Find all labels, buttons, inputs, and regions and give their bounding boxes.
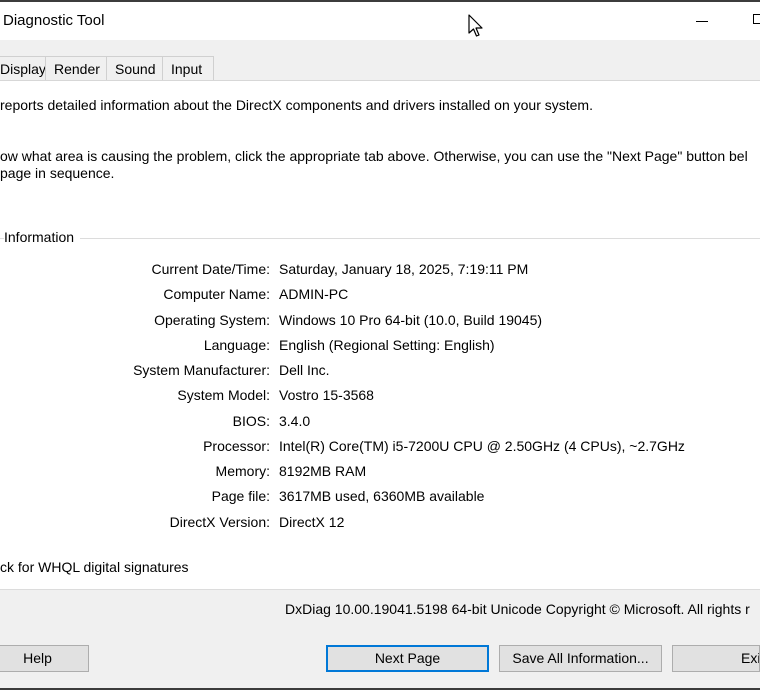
value-page-file: 3617MB used, 6360MB available: [279, 488, 485, 504]
system-info-group-label: Information: [4, 229, 81, 245]
mouse-cursor-icon: [468, 14, 483, 37]
value-system-manufacturer: Dell Inc.: [279, 362, 330, 378]
tab-display[interactable]: Display: [0, 56, 46, 81]
intro-text-line-1: reports detailed information about the D…: [0, 97, 593, 113]
value-processor: Intel(R) Core(TM) i5-7200U CPU @ 2.50GHz…: [279, 438, 685, 454]
whql-checkbox-label[interactable]: ck for WHQL digital signatures: [0, 559, 189, 575]
system-info-group-border: [0, 238, 760, 239]
label-memory: Memory:: [215, 463, 270, 479]
tab-display-label: Display: [0, 61, 46, 77]
tab-render-label: Render: [54, 61, 100, 77]
version-copyright-text: DxDiag 10.00.19041.5198 64-bit Unicode C…: [285, 601, 750, 617]
value-language: English (Regional Setting: English): [279, 337, 495, 353]
tab-strip: Display Render Sound Input: [0, 56, 760, 81]
label-current-date-time: Current Date/Time:: [151, 261, 270, 277]
footer-divider: [0, 589, 760, 590]
label-language: Language:: [203, 337, 270, 353]
intro-text-line-2: ow what area is causing the problem, cli…: [0, 148, 748, 164]
label-processor: Processor:: [203, 438, 270, 454]
value-current-date-time: Saturday, January 18, 2025, 7:19:11 PM: [279, 261, 529, 277]
window-title: Diagnostic Tool: [3, 12, 105, 29]
value-operating-system: Windows 10 Pro 64-bit (10.0, Build 19045…: [279, 312, 543, 328]
value-system-model: Vostro 15-3568: [279, 387, 374, 403]
tab-sound-label: Sound: [115, 61, 156, 77]
minimize-icon[interactable]: [696, 21, 708, 22]
label-directx-version: DirectX Version:: [169, 514, 270, 530]
tab-sound[interactable]: Sound: [106, 56, 163, 81]
label-bios: BIOS:: [232, 413, 270, 429]
label-system-manufacturer: System Manufacturer:: [133, 362, 270, 378]
value-directx-version: DirectX 12: [279, 514, 345, 530]
label-computer-name: Computer Name:: [163, 286, 270, 302]
exit-button[interactable]: Exit: [672, 645, 760, 672]
next-page-button[interactable]: Next Page: [326, 645, 489, 672]
value-bios: 3.4.0: [279, 413, 311, 429]
maximize-icon[interactable]: [753, 14, 760, 24]
value-memory: 8192MB RAM: [279, 463, 367, 479]
label-system-model: System Model:: [177, 387, 270, 403]
save-all-information-button[interactable]: Save All Information...: [499, 645, 662, 672]
value-computer-name: ADMIN-PC: [279, 286, 349, 302]
label-operating-system: Operating System:: [154, 312, 270, 328]
tab-input-label: Input: [171, 61, 203, 77]
tab-input[interactable]: Input: [162, 56, 214, 81]
help-button[interactable]: Help: [0, 645, 89, 672]
title-bar[interactable]: Diagnostic Tool: [0, 2, 760, 40]
tab-render[interactable]: Render: [45, 56, 107, 81]
intro-text-line-3: page in sequence.: [0, 165, 115, 181]
label-page-file: Page file:: [211, 488, 270, 504]
